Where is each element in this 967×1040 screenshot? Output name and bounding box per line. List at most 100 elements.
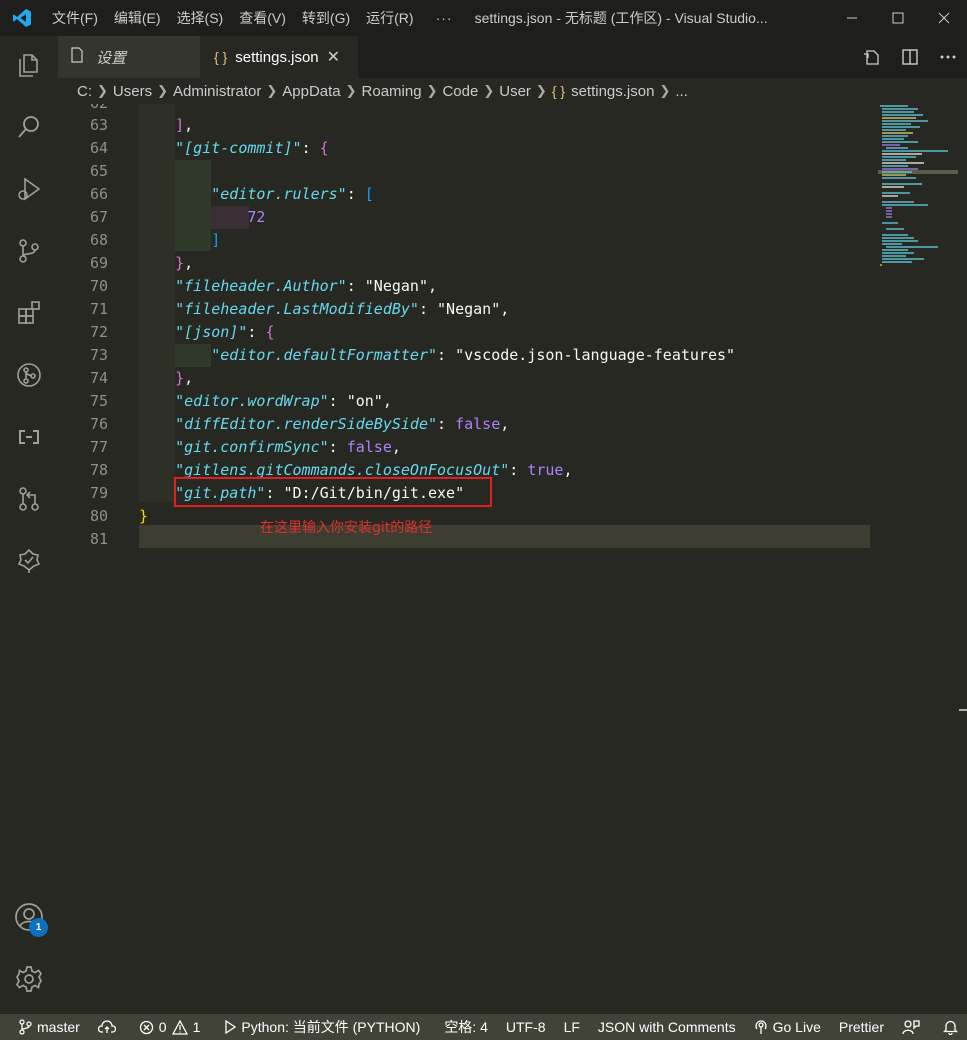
eol-status[interactable]: LF	[555, 1014, 589, 1040]
line-number: 76	[89, 415, 108, 433]
menu-go[interactable]: 转到(G)	[294, 0, 358, 36]
breadcrumb-item[interactable]: settings.json	[571, 83, 654, 100]
remote-explorer-icon[interactable]	[0, 408, 58, 466]
minimap[interactable]	[878, 104, 958, 274]
line-number: 63	[89, 116, 108, 134]
source-control-icon[interactable]	[0, 222, 58, 280]
feedback-person-icon	[902, 1020, 920, 1035]
testing-icon[interactable]	[0, 532, 58, 590]
search-icon[interactable]	[0, 98, 58, 156]
line-number: 69	[89, 254, 108, 272]
line-number: 67	[89, 208, 108, 226]
code-line: ],	[175, 116, 194, 134]
menu-edit[interactable]: 编辑(E)	[106, 0, 169, 36]
warning-icon	[171, 1019, 188, 1035]
breadcrumb-item[interactable]: Users	[113, 83, 152, 100]
sync-status[interactable]	[89, 1014, 130, 1040]
explorer-icon[interactable]	[0, 36, 58, 94]
branch-status[interactable]: master	[0, 1014, 89, 1040]
close-tab-icon[interactable]: ✕	[327, 47, 340, 67]
feedback-status[interactable]	[893, 1014, 934, 1040]
line-number: 66	[89, 185, 108, 203]
run-debug-icon[interactable]	[0, 160, 58, 218]
line-number: 72	[89, 323, 108, 341]
bell-icon	[942, 1020, 958, 1035]
play-icon	[225, 1020, 237, 1034]
line-number: 64	[89, 139, 108, 157]
breadcrumb-separator-icon: ❯	[483, 83, 495, 98]
editor-tabs: 设置 { } settings.json ✕	[58, 36, 967, 78]
menu-selection[interactable]: 选择(S)	[169, 0, 232, 36]
close-window-button[interactable]	[921, 0, 967, 36]
breadcrumb-item[interactable]: ...	[675, 83, 688, 100]
cloud-sync-icon	[97, 1020, 116, 1033]
accounts-icon[interactable]	[0, 888, 58, 946]
code-line: "editor.defaultFormatter": "vscode.json-…	[211, 346, 736, 364]
code-editor[interactable]: 62 63 64 65 66 67 68 69 70 71 72 73 74 7…	[58, 104, 967, 1014]
line-number: 75	[89, 392, 108, 410]
maximize-button[interactable]	[875, 0, 921, 36]
code-line: "diffEditor.renderSideBySide": false,	[175, 415, 510, 433]
line-number: 80	[89, 507, 108, 525]
tab-settings[interactable]: 设置	[58, 36, 200, 78]
error-icon	[139, 1020, 153, 1034]
line-number: 74	[89, 369, 108, 387]
vscode-logo-icon	[0, 0, 44, 36]
line-number: 68	[89, 231, 108, 249]
extensions-icon[interactable]	[0, 284, 58, 342]
split-editor-icon[interactable]	[891, 36, 929, 78]
accounts-badge: 1	[29, 918, 48, 937]
breadcrumb-item[interactable]: C:	[77, 83, 92, 100]
editor-actions	[853, 36, 967, 78]
menu-run[interactable]: 运行(R)	[358, 0, 421, 36]
encoding-status[interactable]: UTF-8	[497, 1014, 555, 1040]
go-live-label: Go Live	[772, 1019, 821, 1035]
tab-settings-json[interactable]: { } settings.json ✕	[200, 36, 358, 78]
line-number: 79	[89, 484, 108, 502]
line-number: 77	[89, 438, 108, 456]
python-debug-status[interactable]: Python: 当前文件 (PYTHON)	[215, 1014, 429, 1040]
menu-more-button[interactable]: ···	[422, 10, 463, 26]
prettier-status[interactable]: Prettier	[830, 1014, 893, 1040]
pull-requests-icon[interactable]	[0, 470, 58, 528]
line-number: 78	[89, 461, 108, 479]
tab-settings-json-label: settings.json	[235, 48, 319, 66]
indentation-status[interactable]: 空格: 4	[435, 1014, 497, 1040]
settings-gear-icon[interactable]	[0, 950, 58, 1008]
minimize-button[interactable]	[829, 0, 875, 36]
window-title: settings.json - 无标题 (工作区) - Visual Studi…	[474, 10, 768, 26]
code-line: 72	[247, 208, 266, 226]
broadcast-icon	[754, 1020, 767, 1034]
code-line: "fileheader.LastModifiedBy": "Negan",	[175, 300, 510, 318]
line-number: 71	[89, 300, 108, 318]
gitlens-icon[interactable]	[0, 346, 58, 404]
breadcrumb-item[interactable]: Roaming	[362, 83, 422, 100]
scrollbar-marker	[959, 709, 967, 711]
breadcrumb-item[interactable]: Administrator	[173, 83, 261, 100]
line-number: 65	[89, 162, 108, 180]
menu-view[interactable]: 查看(V)	[231, 0, 294, 36]
more-actions-icon[interactable]	[929, 36, 967, 78]
code-line: "git.confirmSync": false,	[175, 438, 401, 456]
menu-file[interactable]: 文件(F)	[44, 0, 106, 36]
annotation-text: 在这里输入你安装git的路径	[260, 520, 433, 536]
breadcrumb-separator-icon: ❯	[659, 83, 671, 98]
git-branch-icon	[19, 1019, 32, 1035]
notifications-status[interactable]	[934, 1014, 967, 1040]
breadcrumb-item[interactable]: User	[499, 83, 531, 100]
menu-bar: 文件(F) 编辑(E) 选择(S) 查看(V) 转到(G) 运行(R) ···	[44, 0, 463, 36]
line-number: 73	[89, 346, 108, 364]
language-mode-status[interactable]: JSON with Comments	[589, 1014, 745, 1040]
line-number: 81	[89, 530, 108, 548]
breadcrumb-separator-icon: ❯	[97, 83, 108, 98]
code-line: ]	[211, 231, 221, 249]
go-live-status[interactable]: Go Live	[745, 1014, 830, 1040]
json-file-icon: { }	[214, 49, 228, 65]
breadcrumb-item[interactable]: AppData	[282, 83, 340, 100]
branch-name: master	[37, 1019, 80, 1035]
breadcrumb-item[interactable]: Code	[442, 83, 478, 100]
problems-status[interactable]: 0 1	[130, 1014, 210, 1040]
open-settings-ui-icon[interactable]	[853, 36, 891, 78]
